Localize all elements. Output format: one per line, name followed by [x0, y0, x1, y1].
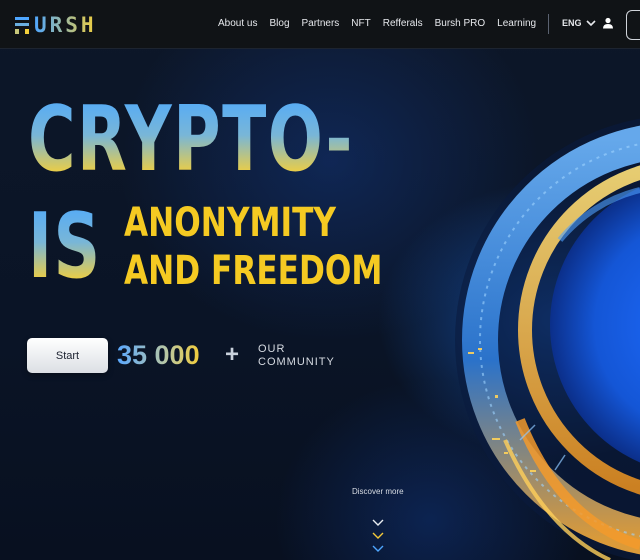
hero-tagline-line1: ANONYMITY [124, 200, 337, 246]
language-label: ENG [562, 18, 582, 28]
community-count: 35 000 [117, 340, 200, 370]
discover-more-link[interactable]: Discover more [352, 487, 404, 496]
community-label-line1: OUR [258, 343, 286, 355]
nav-item-nft[interactable]: NFT [351, 18, 370, 29]
community-label: OUR COMMUNITY [258, 343, 335, 369]
top-navbar: URSH About us Blog Partners NFT Refferal… [0, 0, 640, 49]
nav-item-learning[interactable]: Learning [497, 18, 536, 29]
nav-item-partners[interactable]: Partners [302, 18, 340, 29]
nav-item-bursh-pro[interactable]: Bursh PRO [435, 18, 486, 29]
nav-divider [548, 14, 549, 34]
nav-item-about-us[interactable]: About us [218, 18, 257, 29]
scroll-down-chevrons-icon[interactable] [371, 518, 385, 558]
hero-tagline-line2: AND FREEDOM [124, 248, 383, 294]
nav-item-refferals[interactable]: Refferals [383, 18, 423, 29]
connect-button[interactable] [626, 10, 640, 40]
hero-headline-line1: CRYPTO- [28, 87, 354, 192]
user-icon[interactable] [602, 17, 614, 29]
community-label-line2: COMMUNITY [258, 356, 335, 368]
community-plus: + [225, 341, 240, 368]
language-selector[interactable]: ENG [562, 18, 596, 28]
hero-headline-line2: IS [28, 194, 102, 299]
main-nav: About us Blog Partners NFT Refferals Bur… [218, 18, 536, 29]
logo[interactable]: URSH [14, 13, 97, 37]
logo-icon [15, 17, 29, 34]
nav-item-blog[interactable]: Blog [269, 18, 289, 29]
start-button[interactable]: Start [27, 338, 108, 373]
logo-text: URSH [34, 13, 97, 37]
chevron-down-icon [585, 20, 596, 27]
